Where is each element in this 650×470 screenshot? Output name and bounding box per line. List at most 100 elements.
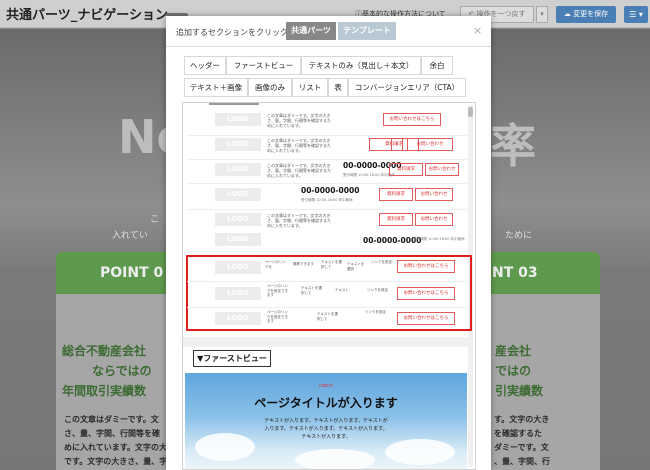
- point-green-text: ではの: [495, 364, 532, 378]
- menu-button[interactable]: ☰ ▾: [624, 6, 648, 23]
- logo-placeholder: LOGO: [215, 312, 261, 325]
- first-view-text: テキストが入ります。テキストが入ります。テキストが: [264, 418, 388, 424]
- category-text-image[interactable]: テキスト＋画像: [184, 78, 248, 97]
- first-view-text: テキストが入ります。: [301, 434, 351, 440]
- section-divider: [183, 337, 469, 347]
- logo-placeholder: LOGO: [215, 188, 261, 201]
- category-spacer[interactable]: 余白: [421, 56, 453, 75]
- hero-text-line: ために: [505, 231, 533, 241]
- category-table[interactable]: 表: [328, 78, 348, 97]
- first-view-group-label: ▼ファーストビュー: [193, 350, 271, 367]
- divider: [187, 251, 467, 252]
- point-dummy-text: です。文字の大きさ、量、字: [64, 457, 168, 466]
- nav-item: ページのリンクを: [265, 260, 286, 269]
- close-icon[interactable]: ×: [473, 24, 482, 37]
- first-view-title: ページタイトルが入ります: [254, 396, 398, 410]
- point-green-text: 産会社: [495, 344, 532, 358]
- point-green-text: 総合不動産会社: [62, 344, 147, 358]
- point-dummy-text: ダミーです。文: [494, 443, 549, 452]
- logo-placeholder: LOGO: [215, 163, 261, 176]
- category-list[interactable]: リスト: [292, 78, 328, 97]
- point-green-text: 引実績数: [495, 384, 544, 398]
- point-dummy-text: す。文字の大き: [494, 415, 550, 424]
- cta-contact: お問い合わせはこちら: [397, 312, 455, 325]
- first-view-catch: catch: [319, 383, 333, 389]
- cloud-shape: [385, 439, 455, 465]
- cta-contact: お問い合わせはこちら: [383, 113, 441, 126]
- point-dummy-text: を確認するた: [494, 429, 542, 438]
- scrollbar-thumb[interactable]: [468, 107, 473, 117]
- nav-item: テキストを選択して: [301, 286, 322, 295]
- logo-placeholder: LOGO: [215, 213, 261, 226]
- first-view-text: 入ります。テキストが入ります。テキストが入ります。: [264, 426, 388, 432]
- point-dummy-text: 、量、字間、行: [494, 457, 550, 466]
- cta-inquiry: お問い合わせ: [415, 188, 453, 201]
- divider: [187, 281, 467, 282]
- cta-inquiry: お問い合わせ: [425, 163, 459, 176]
- logo-placeholder: LOGO: [215, 261, 261, 274]
- logo-placeholder: LOGO: [215, 233, 261, 246]
- nav-item: テキストを選択して: [321, 260, 342, 269]
- modal-title: 追加するセクションをクリック: [176, 28, 288, 37]
- phone-hours: 受付時間 10:00-18:00 年中無休: [301, 198, 353, 202]
- cta-contact: お問い合わせはこちら: [397, 260, 455, 273]
- save-button[interactable]: ☁ 変更を保存: [556, 6, 616, 23]
- divider: [187, 159, 467, 160]
- phone-hours: 受付時間 10:00-18:00 年中無休: [413, 237, 465, 241]
- header-description: この文章はダミーです。文字の大きさ、量、字間、行間等を確認するために入れています…: [267, 213, 331, 228]
- tab-common-parts[interactable]: 共通パーツ: [286, 22, 336, 40]
- header-description: この文章はダミーです。文字の大きさ、量、字間、行間等を確認するために入れています…: [267, 113, 331, 128]
- category-image-only[interactable]: 画像のみ: [248, 78, 292, 97]
- divider: [166, 46, 491, 47]
- phone-number: 00-0000-0000: [301, 186, 360, 195]
- logo-placeholder: LOGO: [215, 287, 261, 300]
- point-heading-left: POINT 0: [56, 252, 170, 294]
- cta-contact: お問い合わせはこちら: [397, 287, 455, 300]
- header-description: この文章はダミーです。文字の大きさ、量、字間、行間等を確認するために入れています…: [267, 138, 331, 153]
- point-dummy-text: さ、量、字間、行間等を確: [64, 429, 160, 438]
- section-picker-modal: 追加するセクションをクリック 共通パーツ テンプレート × ヘッダー ファースト…: [166, 16, 491, 470]
- point-dummy-text: めに入れています。文字の大: [64, 443, 167, 452]
- first-view-preview[interactable]: catch ページタイトルが入ります テキストが入ります。テキストが入ります。テ…: [185, 373, 467, 469]
- divider: [187, 135, 467, 136]
- category-first-view[interactable]: ファーストビュー: [226, 56, 301, 75]
- nav-item: ページのリンクを設定できます: [267, 284, 288, 297]
- nav-item: リンクを設定: [371, 260, 392, 264]
- cta-arrow: ›: [391, 138, 403, 151]
- point-green-text: ならではの: [92, 364, 152, 378]
- divider: [187, 307, 467, 308]
- cta-inquiry: お問い合わせ: [415, 213, 453, 226]
- section-top-edge: [209, 103, 259, 105]
- undo-dropdown-button[interactable]: ▾: [536, 6, 548, 23]
- category-header[interactable]: ヘッダー: [184, 56, 226, 75]
- tab-templates[interactable]: テンプレート: [338, 22, 396, 40]
- point-green-text: 年間取引実績数: [62, 384, 147, 398]
- hero-heading-right: 率: [490, 119, 536, 173]
- header-description: この文章はダミーです。文字の大きさ、量、字間、行間等を確認するために入れています…: [267, 163, 331, 178]
- point-dummy-text: この文章はダミーです。文: [64, 415, 159, 424]
- nav-item: テキストを選択して: [317, 312, 338, 321]
- logo-placeholder: LOGO: [215, 138, 261, 151]
- phone-hours: 受付時間 10:00-18:00 年中無休: [343, 173, 395, 177]
- page-title: 共通パーツ_ナビゲーション: [6, 8, 168, 23]
- section-preview-list[interactable]: LOGO この文章はダミーです。文字の大きさ、量、字間、行間等を確認するために入…: [182, 102, 476, 470]
- point-heading-right: NT 03: [490, 252, 600, 294]
- category-text-only[interactable]: テキストのみ（見出し＋本文）: [301, 56, 421, 75]
- cta-doc: 資料請求: [379, 213, 413, 226]
- logo-placeholder: LOGO: [215, 113, 261, 126]
- nav-item: リンクを設定: [365, 310, 386, 314]
- nav-item: ページのリンクを設定できます: [267, 310, 288, 323]
- cloud-shape: [295, 449, 375, 469]
- hero-text-line: こ: [150, 215, 160, 225]
- nav-item: 遷移できます: [293, 262, 314, 266]
- nav-item: リンクを設定: [367, 288, 388, 292]
- nav-item: テキスト: [335, 288, 349, 292]
- divider: [187, 209, 467, 210]
- category-cta[interactable]: コンバージョンエリア（CTA）: [348, 78, 466, 97]
- hero-text-line: 入れてい: [112, 231, 148, 241]
- cta-doc: 資料請求: [389, 163, 423, 176]
- nav-item: テキストを選択: [347, 262, 365, 271]
- cta-inquiry: お問い合わせ: [407, 138, 453, 151]
- cta-doc: 資料請求: [379, 188, 413, 201]
- divider: [187, 183, 467, 184]
